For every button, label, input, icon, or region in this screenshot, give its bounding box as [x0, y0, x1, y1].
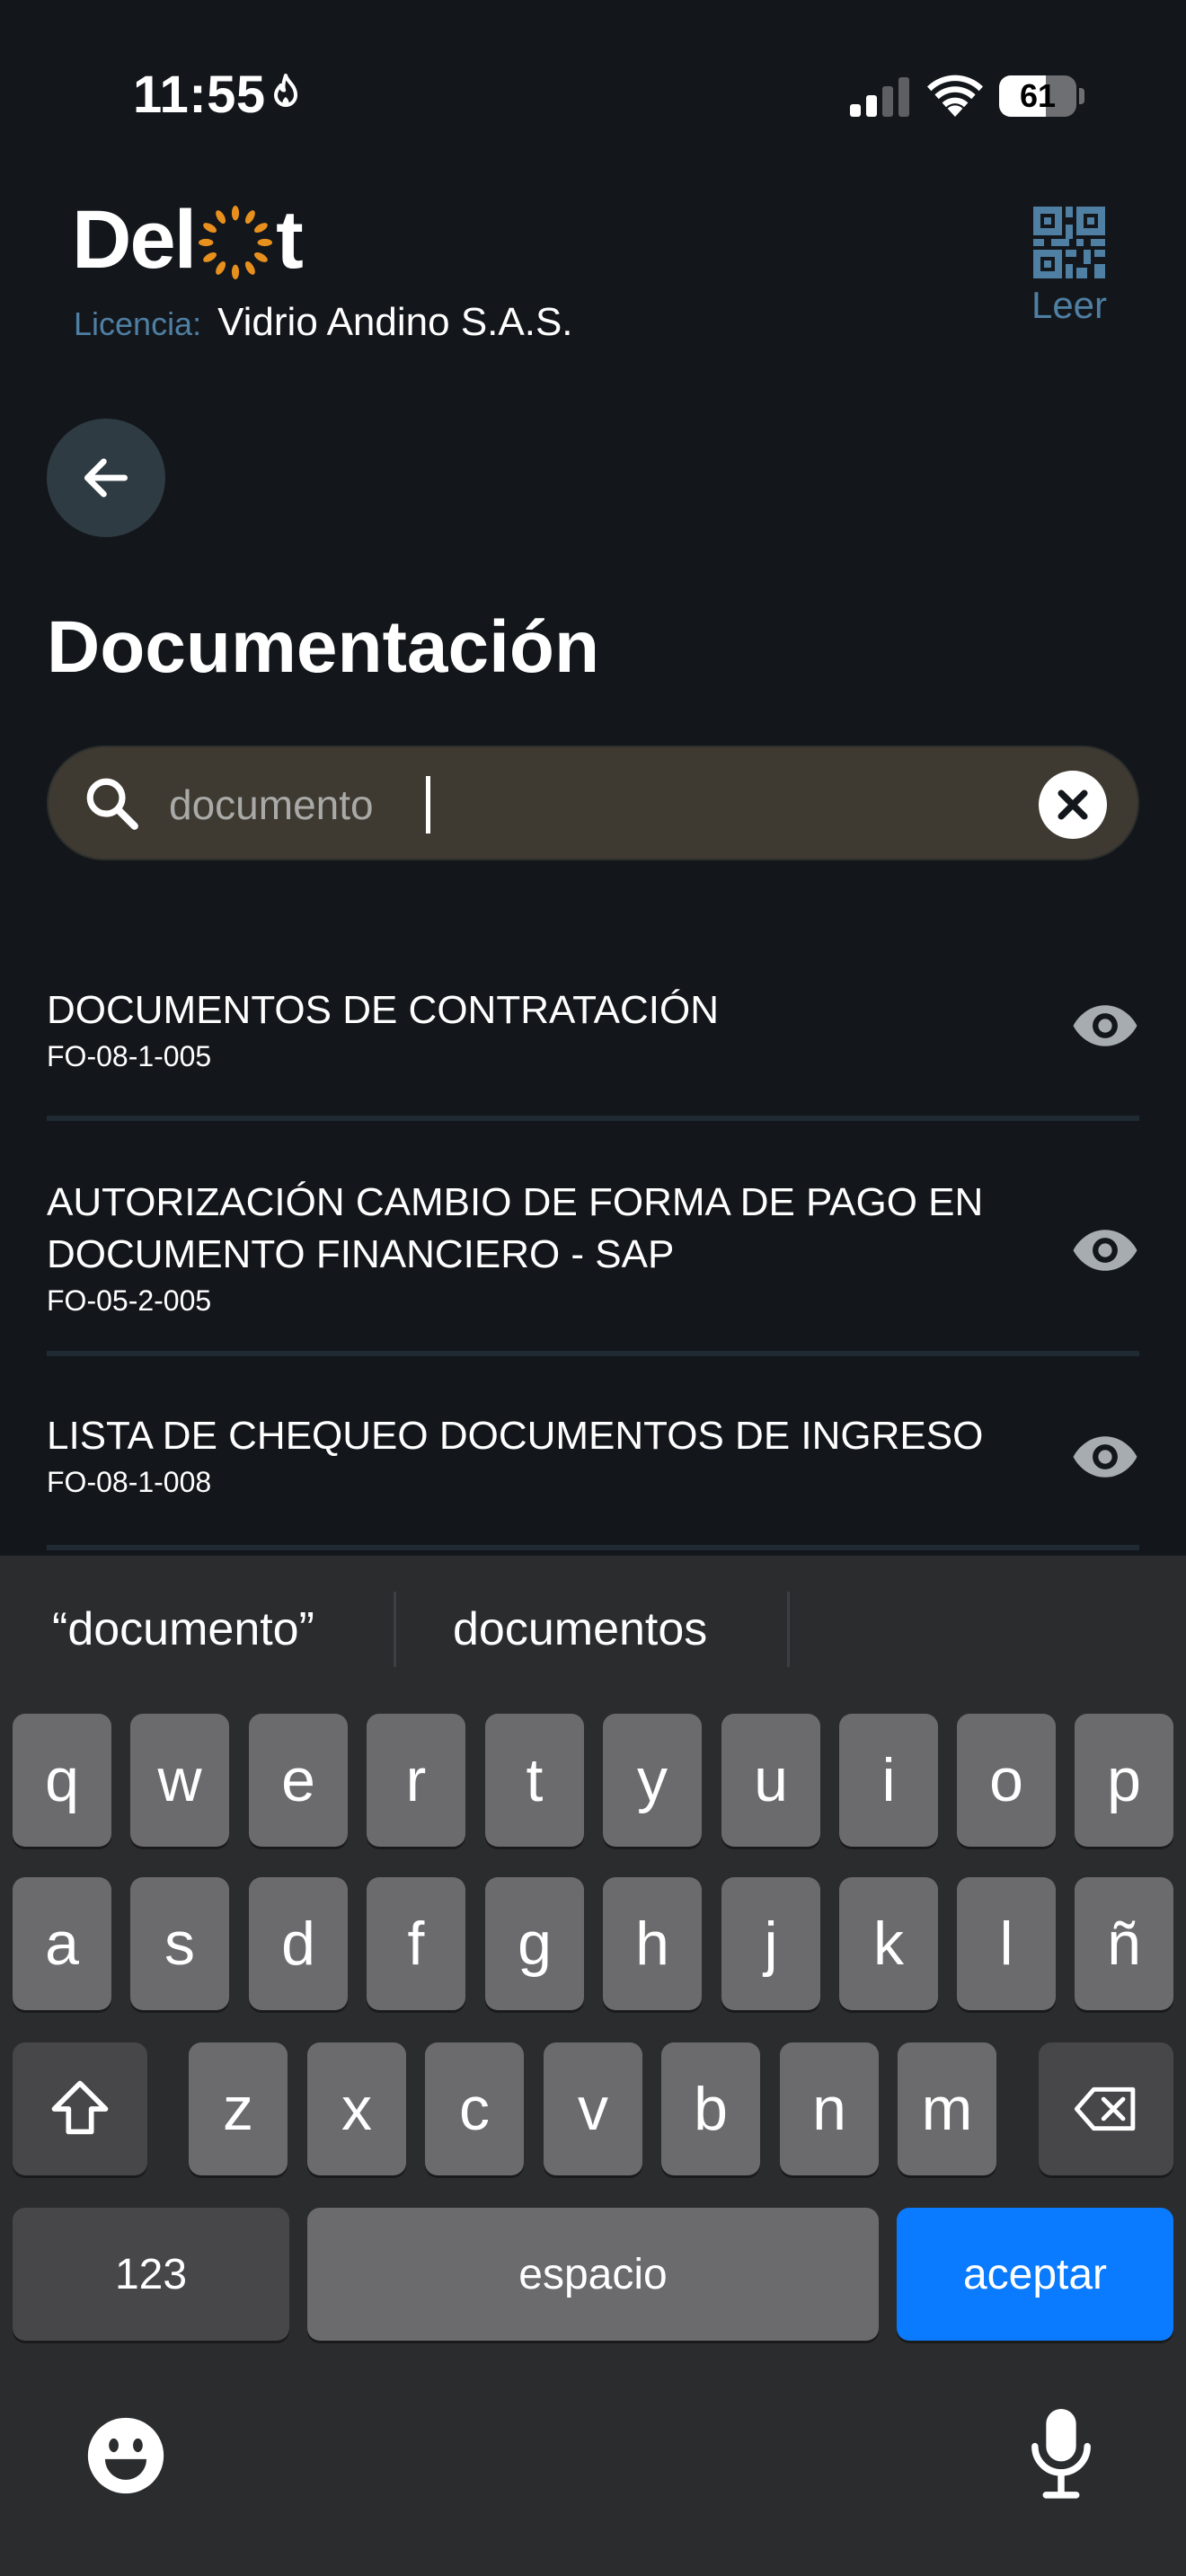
logo-sun-icon — [199, 206, 273, 279]
licence-row: Licencia: Vidrio Andino S.A.S. — [74, 300, 573, 345]
key-u[interactable]: u — [721, 1714, 820, 1847]
qr-scan-label: Leer — [1031, 284, 1108, 326]
key-a[interactable]: a — [13, 1877, 111, 2010]
delete-key[interactable] — [1039, 2042, 1173, 2175]
status-time: 11:55 — [133, 66, 266, 124]
list-item[interactable]: LISTA DE CHEQUEO DOCUMENTOS DE INGRESO F… — [47, 1356, 1139, 1550]
emoji-icon[interactable] — [84, 2414, 167, 2497]
document-title: LISTA DE CHEQUEO DOCUMENTOS DE INGRESO — [47, 1414, 984, 1458]
key-d[interactable]: d — [249, 1877, 348, 2010]
search-input[interactable] — [169, 769, 978, 841]
key-k[interactable]: k — [839, 1877, 938, 2010]
key-y[interactable]: y — [603, 1714, 702, 1847]
key-p[interactable]: p — [1075, 1714, 1173, 1847]
key-r[interactable]: r — [367, 1714, 465, 1847]
eye-icon[interactable] — [1071, 1227, 1139, 1274]
flame-icon — [273, 74, 298, 107]
battery-tip — [1079, 88, 1084, 104]
suggestion-divider — [394, 1592, 396, 1667]
document-code: FO-08-1-008 — [47, 1466, 212, 1498]
key-f[interactable]: f — [367, 1877, 465, 2010]
key-b[interactable]: b — [661, 2042, 760, 2175]
keyboard-suggestions: “documento” documentos — [0, 1556, 1186, 1707]
numbers-key[interactable]: 123 — [13, 2208, 289, 2341]
suggestion-divider — [787, 1592, 790, 1667]
battery-body: 61 — [999, 75, 1076, 117]
battery-indicator: 61 — [999, 75, 1084, 117]
key-v[interactable]: v — [544, 2042, 642, 2175]
key-l[interactable]: l — [957, 1877, 1056, 2010]
logo-text-left: Del — [72, 194, 197, 286]
logo-text-right: t — [276, 194, 304, 286]
return-key[interactable]: aceptar — [897, 2208, 1173, 2341]
document-title: DOCUMENTOS DE CONTRATACIÓN — [47, 988, 720, 1032]
key-x[interactable]: x — [307, 2042, 406, 2175]
key-j[interactable]: j — [721, 1877, 820, 2010]
eye-icon[interactable] — [1071, 1002, 1139, 1049]
arrow-left-icon — [84, 458, 128, 498]
key-z[interactable]: z — [189, 2042, 288, 2175]
document-title: AUTORIZACIÓN CAMBIO DE FORMA DE PAGO EN … — [47, 1180, 984, 1276]
wifi-icon — [927, 75, 983, 117]
document-code: FO-05-2-005 — [47, 1284, 212, 1317]
list-item[interactable]: AUTORIZACIÓN CAMBIO DE FORMA DE PAGO EN … — [47, 1121, 1139, 1356]
key-q[interactable]: q — [13, 1714, 111, 1847]
key-n[interactable]: n — [780, 2042, 879, 2175]
page-title: Documentación — [47, 606, 600, 688]
key-n-tilde[interactable]: ñ — [1075, 1877, 1173, 2010]
on-screen-keyboard: “documento” documentos q w e r t y u i o… — [0, 1556, 1186, 2576]
qr-code-icon — [1033, 207, 1105, 278]
key-e[interactable]: e — [249, 1714, 348, 1847]
document-code: FO-08-1-005 — [47, 1040, 212, 1072]
delot-logo: Del t — [72, 194, 304, 286]
back-button[interactable] — [47, 419, 165, 537]
key-t[interactable]: t — [485, 1714, 584, 1847]
key-w[interactable]: w — [130, 1714, 229, 1847]
key-o[interactable]: o — [957, 1714, 1056, 1847]
eye-icon[interactable] — [1071, 1434, 1139, 1480]
microphone-icon[interactable] — [1030, 2409, 1093, 2499]
key-h[interactable]: h — [603, 1877, 702, 2010]
cellular-signal-icon — [850, 77, 909, 117]
licence-value: Vidrio Andino S.A.S. — [217, 300, 573, 344]
key-s[interactable]: s — [130, 1877, 229, 2010]
key-g[interactable]: g — [485, 1877, 584, 2010]
app-header: Del t Licencia: Vidrio Andino S.A.S. Lee… — [0, 180, 1186, 377]
text-caret — [426, 776, 430, 834]
suggestion-item[interactable]: documentos — [453, 1602, 707, 1656]
backspace-icon — [1074, 2086, 1136, 2131]
search-bar[interactable] — [47, 745, 1139, 860]
search-icon — [86, 778, 138, 830]
key-i[interactable]: i — [839, 1714, 938, 1847]
clear-search-button[interactable] — [1039, 771, 1107, 839]
qr-scan-button[interactable]: Leer — [1024, 207, 1114, 327]
document-list: DOCUMENTOS DE CONTRATACIÓN FO-08-1-005 A… — [47, 925, 1139, 1550]
list-item[interactable]: DOCUMENTOS DE CONTRATACIÓN FO-08-1-005 — [47, 925, 1139, 1121]
key-m[interactable]: m — [898, 2042, 996, 2175]
shift-icon — [51, 2080, 109, 2135]
licence-label: Licencia: — [74, 305, 202, 342]
close-icon — [1058, 790, 1088, 820]
suggestion-item[interactable]: “documento” — [52, 1602, 314, 1656]
key-c[interactable]: c — [425, 2042, 524, 2175]
shift-key[interactable] — [13, 2042, 147, 2175]
space-key[interactable]: espacio — [307, 2208, 879, 2341]
status-bar: 11:55 61 — [0, 0, 1186, 180]
battery-percentage: 61 — [1019, 77, 1057, 114]
